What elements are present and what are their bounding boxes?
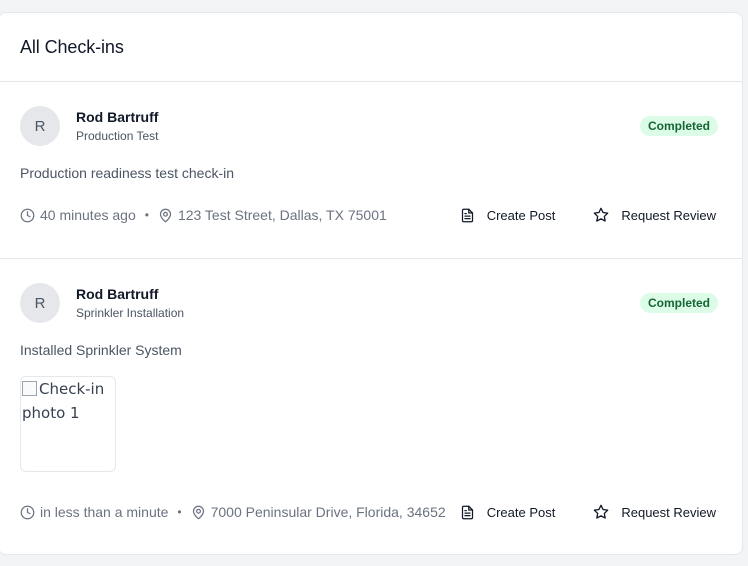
create-post-button[interactable]: Create Post <box>460 504 556 520</box>
user-name: Rod Bartruff <box>76 286 159 302</box>
checkin-item: R Rod Bartruff Sprinkler Installation Co… <box>0 259 742 554</box>
meta-separator: • <box>177 505 182 519</box>
checkins-card: All Check-ins R Rod Bartruff Production … <box>0 12 743 555</box>
card-header: All Check-ins <box>0 13 742 82</box>
status-badge: Completed <box>639 116 718 136</box>
map-pin-icon <box>158 208 173 223</box>
checkin-meta: 40 minutes ago • 123 Test Street, Dallas… <box>20 207 387 223</box>
checkin-user: R Rod Bartruff Sprinkler Installation <box>20 283 184 323</box>
checkin-item: R Rod Bartruff Production Test Completed… <box>0 82 742 259</box>
page-title: All Check-ins <box>20 36 124 57</box>
map-pin-icon <box>191 505 206 520</box>
document-icon <box>460 505 475 520</box>
star-icon <box>593 504 609 520</box>
create-post-button[interactable]: Create Post <box>460 207 556 223</box>
user-name: Rod Bartruff <box>76 109 159 125</box>
clock-icon <box>20 505 35 520</box>
checkin-meta: in less than a minute • 7000 Peninsular … <box>20 504 446 520</box>
checkin-category: Sprinkler Installation <box>76 306 185 320</box>
star-icon <box>593 207 609 223</box>
create-post-label: Create Post <box>486 504 556 520</box>
checkin-time: in less than a minute <box>40 504 169 520</box>
request-review-button[interactable]: Request Review <box>593 207 716 223</box>
status-badge: Completed <box>639 293 718 313</box>
meta-separator: • <box>144 208 149 222</box>
checkin-photo[interactable]: Check-in photo 1 <box>20 376 116 472</box>
checkin-time: 40 minutes ago <box>40 207 136 223</box>
checkin-actions: Create Post Request Review <box>460 504 716 520</box>
checkin-address: 123 Test Street, Dallas, TX 75001 <box>177 207 387 223</box>
avatar: R <box>20 106 60 146</box>
checkin-description: Production readiness test check-in <box>20 165 234 181</box>
checkin-description: Installed Sprinkler System <box>20 342 182 358</box>
avatar: R <box>20 283 60 323</box>
user-info: Rod Bartruff Production Test <box>76 108 159 144</box>
broken-image-icon <box>22 381 37 396</box>
create-post-label: Create Post <box>486 207 556 223</box>
request-review-button[interactable]: Request Review <box>593 504 716 520</box>
checkin-actions: Create Post Request Review <box>460 207 716 223</box>
user-info: Rod Bartruff Sprinkler Installation <box>76 285 184 321</box>
checkin-category: Production Test <box>76 129 159 143</box>
checkin-address: 7000 Peninsular Drive, Florida, 34652 <box>210 504 446 520</box>
document-icon <box>460 208 475 223</box>
checkin-user: R Rod Bartruff Production Test <box>20 106 159 146</box>
request-review-label: Request Review <box>621 207 716 223</box>
request-review-label: Request Review <box>621 504 716 520</box>
clock-icon <box>20 208 35 223</box>
